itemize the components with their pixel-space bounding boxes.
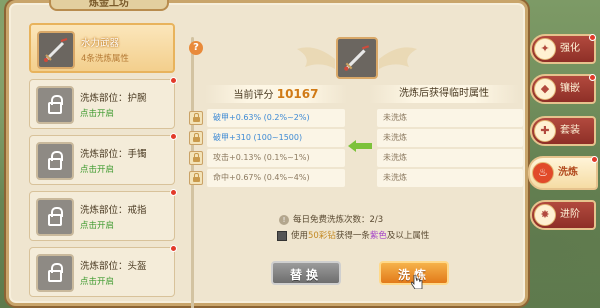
purple-quality-text: 紫色	[369, 231, 387, 241]
current-score-label: 当前评分	[233, 90, 274, 101]
slot-subtitle: 4条洗炼属性	[81, 54, 129, 64]
attribute-lock-icon[interactable]	[189, 111, 203, 125]
notification-dot	[170, 77, 177, 84]
attribute-row: 破甲+0.63% (0.2%~2%) 未洗炼	[189, 109, 529, 127]
unlock-link[interactable]: 点击开启	[80, 107, 114, 119]
unlock-link[interactable]: 点击开启	[80, 275, 114, 287]
temp-attribute-value: 未洗炼	[377, 149, 523, 167]
side-tab-bar: ✦ 强化 ◆ 镶嵌 ✚ 套装 ♨ 洗炼 ✸ 进阶	[520, 30, 600, 230]
lock-icon	[36, 142, 74, 180]
refine-panel: ? 当前评分 10167 洗炼后获得临时属性 破甲+0.63% (0.2%~2%…	[185, 17, 531, 307]
attribute-value: 破甲+310 (100~1500)	[207, 129, 345, 147]
slot-ring[interactable]: 洗炼部位：戒指 点击开启	[29, 189, 177, 241]
current-score-value: 10167	[276, 87, 319, 101]
slot-title: 洗炼部位：手镯	[80, 149, 147, 160]
slot-bracer[interactable]: 洗炼部位：护腕 点击开启	[29, 77, 177, 129]
use-mid: 获得一条	[335, 231, 370, 241]
refine-icon: ♨	[532, 162, 554, 184]
notification-dot	[589, 74, 596, 81]
arrow-left-icon	[348, 140, 372, 152]
equipment-sword-icon	[336, 37, 378, 79]
slot-title: 洗炼部位：戒指	[80, 205, 147, 216]
advance-icon: ✸	[534, 204, 556, 226]
equipment-slot-list: 水力武器 4条洗炼属性 洗炼部位：护腕 点击开启 洗炼部位：手镯 点击开启 洗炼…	[23, 17, 194, 308]
slot-helmet[interactable]: 洗炼部位：头盔 点击开启	[29, 245, 177, 297]
slot-title: 洗炼部位：护腕	[80, 93, 147, 104]
temp-attributes-header: 洗炼后获得临时属性	[369, 85, 519, 103]
use-prefix: 使用	[291, 231, 309, 241]
refine-window: 炼金工坊 水力武器 4条洗炼属性 洗炼部位：护腕 点击开启 洗炼部位：手镯 点击…	[6, 0, 531, 308]
tab-label: 进阶	[560, 209, 580, 220]
diamond-cost: 50彩钻	[308, 231, 336, 241]
notification-dot	[591, 156, 598, 163]
help-icon[interactable]: ?	[189, 41, 203, 55]
tab-refine[interactable]: ♨ 洗炼	[528, 156, 598, 190]
free-refine-count: 2/3	[369, 215, 384, 225]
unlock-link[interactable]: 点击开启	[80, 163, 114, 175]
temp-attribute-value: 未洗炼	[377, 169, 523, 187]
replace-button[interactable]: 替换	[271, 261, 341, 285]
tab-suit[interactable]: ✚ 套装	[530, 116, 596, 146]
notification-dot	[170, 133, 177, 140]
attribute-lock-icon[interactable]	[189, 171, 203, 185]
free-refine-count-line: ! 每日免费洗炼次数：2/3	[279, 213, 383, 225]
lock-icon	[36, 86, 74, 124]
lock-icon	[36, 254, 74, 292]
attribute-row: 命中+0.67% (0.4%~4%) 未洗炼	[189, 169, 529, 187]
attribute-value: 命中+0.67% (0.4%~4%)	[207, 169, 345, 187]
info-icon: !	[279, 214, 289, 225]
tab-advance[interactable]: ✸ 进阶	[530, 200, 596, 230]
tab-label: 镶嵌	[560, 83, 580, 94]
diamond-refine-checkbox[interactable]	[277, 230, 287, 241]
temp-attribute-value: 未洗炼	[377, 129, 523, 147]
tab-label: 强化	[560, 43, 580, 54]
diamond-refine-option: 使用50彩钻获得一条紫色及以上属性	[277, 229, 429, 241]
unlock-link[interactable]: 点击开启	[80, 219, 114, 231]
slot-title: 洗炼部位：头盔	[80, 261, 147, 272]
sword-icon	[37, 31, 75, 69]
current-score-header: 当前评分 10167	[205, 85, 347, 103]
notification-dot	[170, 189, 177, 196]
tab-inlay[interactable]: ◆ 镶嵌	[530, 74, 596, 104]
attribute-lock-icon[interactable]	[189, 151, 203, 165]
slot-weapon[interactable]: 水力武器 4条洗炼属性	[29, 23, 175, 73]
slot-bracelet[interactable]: 洗炼部位：手镯 点击开启	[29, 133, 177, 185]
lock-icon	[36, 198, 74, 236]
temp-attribute-value: 未洗炼	[377, 109, 523, 127]
free-refine-label: 每日免费洗炼次数：	[293, 215, 370, 225]
use-suffix: 及以上属性	[386, 231, 430, 241]
attribute-value: 攻击+0.13% (0.1%~1%)	[207, 149, 345, 167]
suit-icon: ✚	[534, 120, 556, 142]
tab-label: 套装	[560, 125, 580, 136]
notification-dot	[170, 245, 177, 252]
hand-cursor-icon	[411, 275, 423, 289]
tab-strengthen[interactable]: ✦ 强化	[530, 34, 596, 64]
slot-title: 水力武器	[81, 38, 120, 49]
attribute-value: 破甲+0.63% (0.2%~2%)	[207, 109, 345, 127]
strengthen-icon: ✦	[534, 38, 556, 60]
notification-dot	[589, 34, 596, 41]
window-title: 炼金工坊	[49, 0, 169, 11]
attribute-lock-icon[interactable]	[189, 131, 203, 145]
tab-label: 洗炼	[558, 167, 578, 178]
inlay-icon: ◆	[534, 78, 556, 100]
